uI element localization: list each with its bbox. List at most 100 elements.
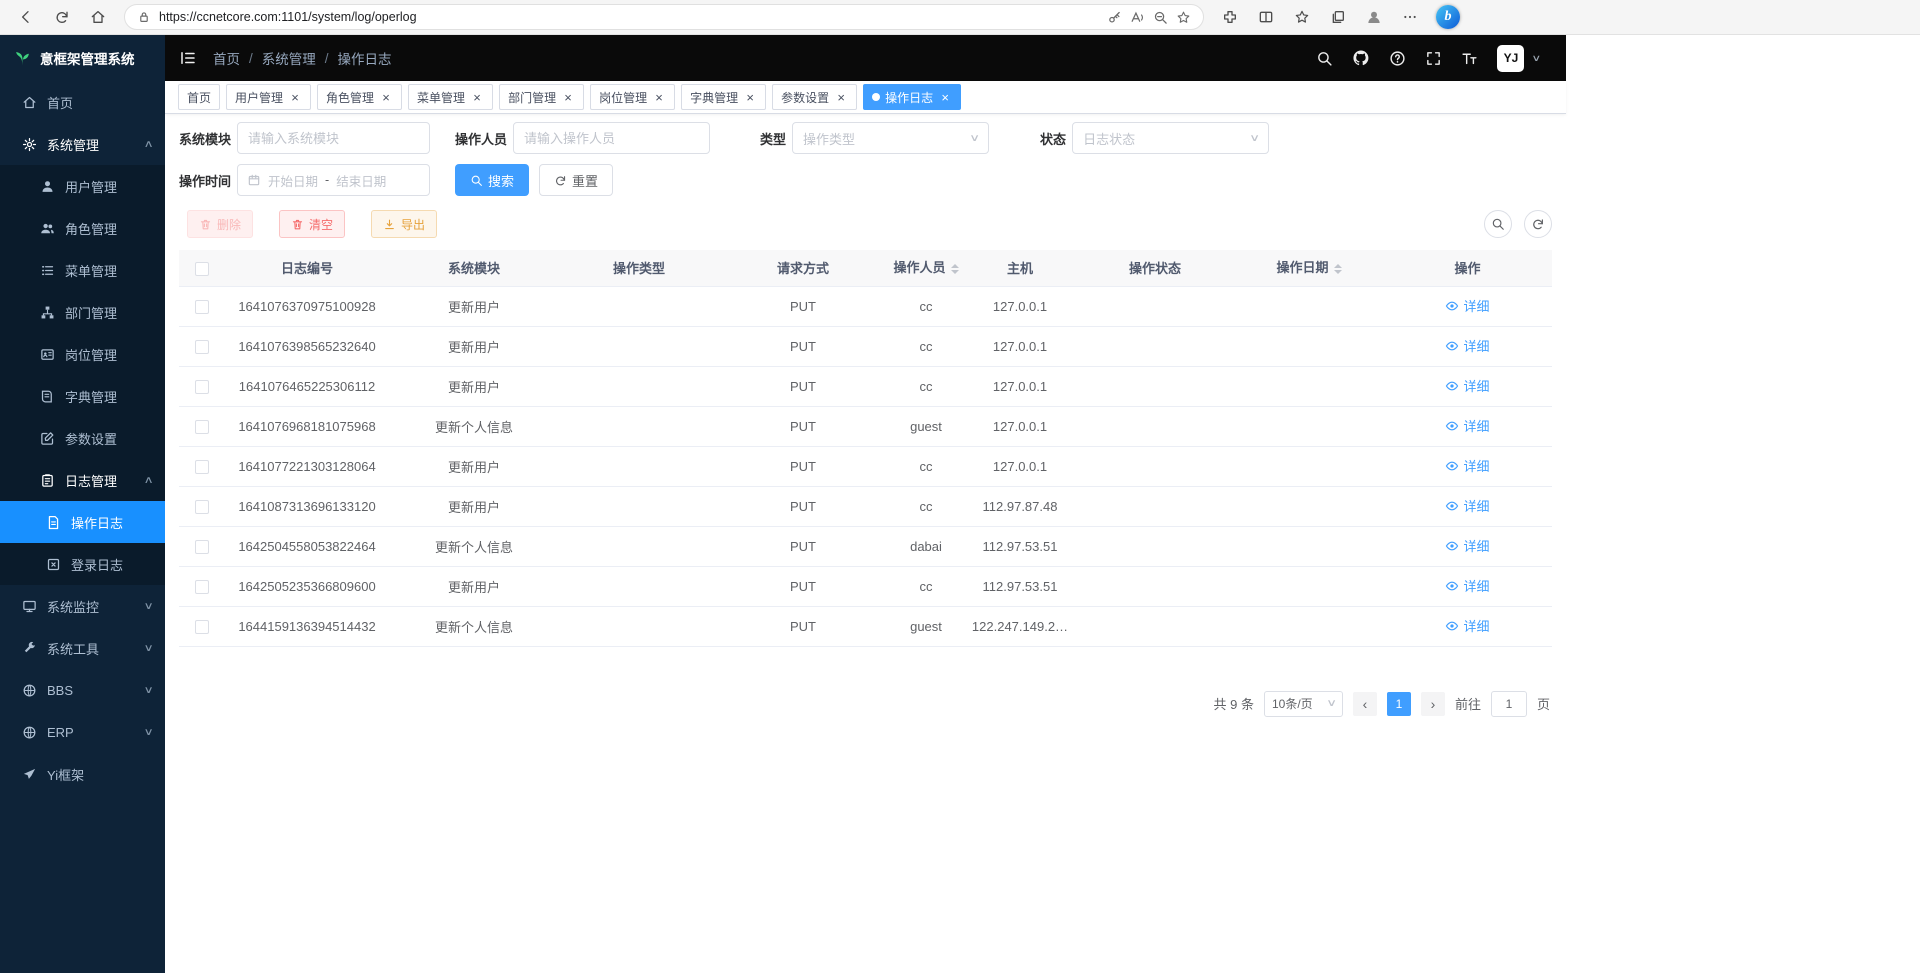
status-select[interactable]: 日志状态 ∨ — [1072, 122, 1269, 154]
sidebar-item-7[interactable]: 字典管理 — [0, 375, 165, 417]
tab-4[interactable]: 部门管理× — [499, 84, 584, 110]
sidebar-toggle-button[interactable] — [179, 49, 197, 67]
sidebar-item-1[interactable]: 系统管理∧ — [0, 123, 165, 165]
app-logo[interactable]: 意框架管理系统 — [0, 35, 165, 81]
detail-link[interactable]: 详细 — [1445, 616, 1489, 635]
sidebar-item-2[interactable]: 用户管理 — [0, 165, 165, 207]
sidebar-item-4[interactable]: 菜单管理 — [0, 249, 165, 291]
read-aloud-icon[interactable] — [1130, 10, 1145, 25]
tab-close-icon[interactable]: × — [470, 90, 484, 104]
tab-close-icon[interactable]: × — [834, 90, 848, 104]
row-checkbox[interactable] — [195, 580, 209, 594]
delete-button[interactable]: 删除 — [187, 210, 253, 238]
tab-close-icon[interactable]: × — [652, 90, 666, 104]
sidebar-item-6[interactable]: 岗位管理 — [0, 333, 165, 375]
tab-close-icon[interactable]: × — [743, 90, 757, 104]
type-select[interactable]: 操作类型 ∨ — [792, 122, 989, 154]
goto-page-input[interactable] — [1491, 691, 1527, 717]
row-checkbox[interactable] — [195, 340, 209, 354]
sidebar-item-9[interactable]: 日志管理∧ — [0, 459, 165, 501]
sidebar-item-0[interactable]: 首页 — [0, 81, 165, 123]
end-date-placeholder[interactable]: 结束日期 — [336, 171, 386, 190]
sidebar-item-16[interactable]: Yi框架 — [0, 753, 165, 795]
start-date-placeholder[interactable]: 开始日期 — [268, 171, 318, 190]
profile-avatar[interactable] — [1358, 4, 1390, 31]
current-page-button[interactable]: 1 — [1387, 692, 1411, 716]
column-header-4[interactable]: 操作人员 — [887, 250, 965, 286]
reset-button[interactable]: 重置 — [539, 164, 613, 196]
refresh-table-button[interactable] — [1524, 210, 1552, 238]
bing-icon[interactable]: b — [1436, 5, 1460, 29]
sort-carets[interactable] — [1334, 260, 1342, 278]
tab-1[interactable]: 用户管理× — [226, 84, 311, 110]
detail-link[interactable]: 详细 — [1445, 296, 1489, 315]
detail-link[interactable]: 详细 — [1445, 336, 1489, 355]
sidebar-item-12[interactable]: 系统监控∨ — [0, 585, 165, 627]
row-checkbox[interactable] — [195, 540, 209, 554]
help-icon[interactable] — [1389, 50, 1406, 67]
extensions-button[interactable] — [1214, 4, 1246, 31]
select-all-checkbox[interactable] — [195, 262, 209, 276]
clear-button[interactable]: 清空 — [279, 210, 345, 238]
sidebar-item-10[interactable]: 操作日志 — [0, 501, 165, 543]
collections-button[interactable] — [1322, 4, 1354, 31]
operator-input[interactable] — [513, 122, 710, 154]
favorite-star-icon[interactable] — [1176, 10, 1191, 25]
back-button[interactable] — [10, 4, 42, 31]
favorites-button[interactable] — [1286, 4, 1318, 31]
split-screen-button[interactable] — [1250, 4, 1282, 31]
user-avatar[interactable]: YJ — [1497, 45, 1524, 72]
tab-8[interactable]: 操作日志× — [863, 84, 961, 110]
url-text[interactable]: https://ccnetcore.com:1101/system/log/op… — [159, 10, 417, 24]
tab-6[interactable]: 字典管理× — [681, 84, 766, 110]
home-button[interactable] — [82, 4, 114, 31]
sidebar-item-3[interactable]: 角色管理 — [0, 207, 165, 249]
tab-close-icon[interactable]: × — [561, 90, 575, 104]
reload-button[interactable] — [46, 4, 78, 31]
fullscreen-icon[interactable] — [1425, 50, 1442, 67]
tab-close-icon[interactable]: × — [288, 90, 302, 104]
date-range-picker[interactable]: 开始日期 - 结束日期 — [237, 164, 430, 196]
more-menu-button[interactable] — [1394, 4, 1426, 31]
column-header-7[interactable]: 操作日期 — [1235, 250, 1383, 286]
tab-2[interactable]: 角色管理× — [317, 84, 402, 110]
tab-7[interactable]: 参数设置× — [772, 84, 857, 110]
search-button[interactable]: 搜索 — [455, 164, 529, 196]
tab-5[interactable]: 岗位管理× — [590, 84, 675, 110]
next-page-button[interactable]: › — [1421, 692, 1445, 716]
font-size-icon[interactable] — [1461, 50, 1478, 67]
page-size-select[interactable]: 10条/页 ∨ — [1264, 691, 1343, 717]
detail-link[interactable]: 详细 — [1445, 416, 1489, 435]
module-input[interactable] — [237, 122, 430, 154]
zoom-out-icon[interactable] — [1153, 10, 1168, 25]
detail-link[interactable]: 详细 — [1445, 576, 1489, 595]
prev-page-button[interactable]: ‹ — [1353, 692, 1377, 716]
row-checkbox[interactable] — [195, 500, 209, 514]
sidebar-item-11[interactable]: 登录日志 — [0, 543, 165, 585]
export-button[interactable]: 导出 — [371, 210, 437, 238]
detail-link[interactable]: 详细 — [1445, 456, 1489, 475]
detail-link[interactable]: 详细 — [1445, 496, 1489, 515]
detail-link[interactable]: 详细 — [1445, 376, 1489, 395]
breadcrumb-home[interactable]: 首页 — [213, 48, 240, 68]
row-checkbox[interactable] — [195, 620, 209, 634]
tab-3[interactable]: 菜单管理× — [408, 84, 493, 110]
github-icon[interactable] — [1352, 49, 1370, 67]
detail-link[interactable]: 详细 — [1445, 536, 1489, 555]
row-checkbox[interactable] — [195, 380, 209, 394]
toggle-search-button[interactable] — [1484, 210, 1512, 238]
row-checkbox[interactable] — [195, 460, 209, 474]
sidebar-item-8[interactable]: 参数设置 — [0, 417, 165, 459]
address-bar[interactable]: https://ccnetcore.com:1101/system/log/op… — [124, 4, 1204, 30]
password-key-icon[interactable] — [1107, 10, 1122, 25]
sidebar-item-5[interactable]: 部门管理 — [0, 291, 165, 333]
tab-close-icon[interactable]: × — [938, 90, 952, 104]
sort-carets[interactable] — [951, 260, 959, 278]
row-checkbox[interactable] — [195, 300, 209, 314]
sidebar-item-14[interactable]: BBS∨ — [0, 669, 165, 711]
row-checkbox[interactable] — [195, 420, 209, 434]
sidebar-item-15[interactable]: ERP∨ — [0, 711, 165, 753]
tab-close-icon[interactable]: × — [379, 90, 393, 104]
sidebar-item-13[interactable]: 系统工具∨ — [0, 627, 165, 669]
search-icon[interactable] — [1316, 50, 1333, 67]
